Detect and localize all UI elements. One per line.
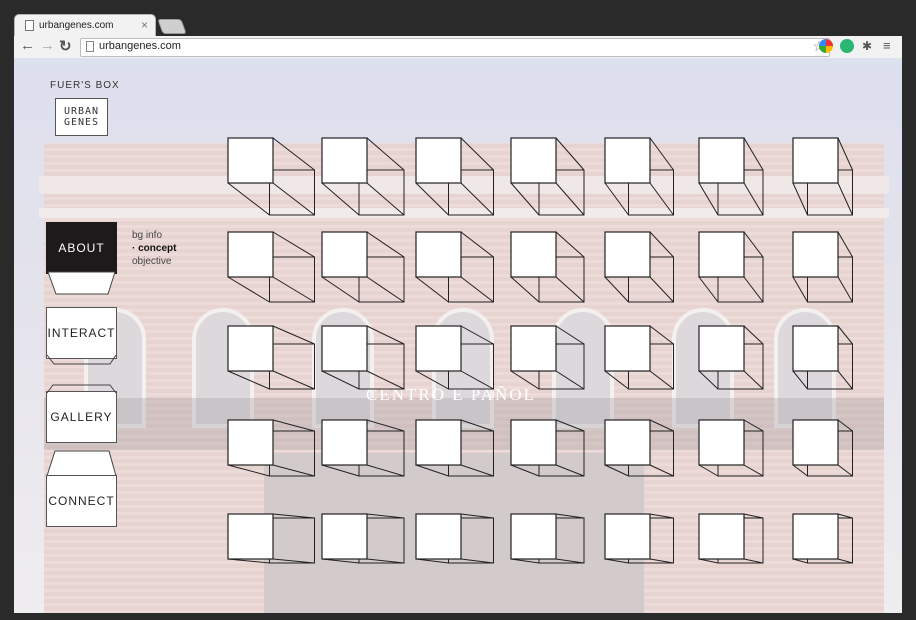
page-viewport: CENTRO E PAÑOL FUER'S BOX URBAN GENES AB… — [14, 58, 902, 613]
cube-tile[interactable] — [510, 419, 585, 484]
cube-tile[interactable] — [698, 419, 773, 484]
forward-icon[interactable]: → — [40, 37, 55, 54]
brand-label: FUER'S BOX — [50, 80, 120, 91]
cube-tile[interactable] — [604, 231, 679, 303]
cube-tile[interactable] — [227, 231, 315, 303]
subnav-bg-info[interactable]: bg info — [132, 229, 176, 242]
extension-color-icon[interactable] — [819, 39, 833, 53]
cube-tile[interactable] — [227, 419, 315, 484]
new-tab-button[interactable] — [157, 19, 187, 34]
cube-tile[interactable] — [227, 513, 315, 578]
reload-icon[interactable]: ↻ — [59, 37, 72, 55]
page-icon — [25, 20, 34, 31]
back-icon[interactable]: ← — [20, 37, 35, 54]
about-subnav: bg info · concept objective — [132, 229, 176, 268]
cube-tile[interactable] — [510, 231, 585, 303]
cube-tile[interactable] — [510, 137, 585, 216]
nav-connect[interactable]: CONNECT — [46, 475, 117, 527]
nav-gallery[interactable]: GALLERY — [46, 391, 117, 443]
puzzle-icon[interactable]: ✱ — [862, 39, 872, 53]
cube-tile[interactable] — [415, 231, 494, 303]
browser-tab[interactable]: urbangenes.com × — [14, 14, 156, 38]
cube-tile[interactable] — [321, 325, 405, 390]
cube-tile[interactable] — [792, 231, 867, 303]
cube-tile[interactable] — [698, 325, 773, 390]
close-icon[interactable]: × — [141, 18, 148, 32]
cube-tile[interactable] — [792, 325, 867, 390]
nav-about[interactable]: ABOUT — [46, 222, 117, 274]
cube-tile[interactable] — [604, 325, 679, 390]
browser-window: urbangenes.com × ← → ↻ urbangenes.com ☆ … — [0, 0, 916, 620]
cube-tile[interactable] — [698, 137, 773, 216]
interact-cube-edge — [46, 354, 117, 365]
connect-cube-top — [46, 450, 117, 477]
cube-tile[interactable] — [321, 137, 405, 216]
subnav-objective[interactable]: objective — [132, 255, 176, 268]
cube-tile[interactable] — [321, 231, 405, 303]
url-text: urbangenes.com — [99, 40, 181, 52]
urban-genes-logo[interactable]: URBAN GENES — [55, 98, 108, 136]
tab-title: urbangenes.com — [39, 20, 114, 31]
cube-tile[interactable] — [698, 513, 773, 578]
subnav-concept[interactable]: · concept — [132, 242, 176, 255]
cube-tile[interactable] — [415, 137, 494, 216]
cube-tile[interactable] — [792, 419, 867, 484]
logo-line: URBAN — [63, 106, 100, 117]
cube-tile[interactable] — [604, 513, 679, 578]
cube-tile[interactable] — [227, 325, 315, 390]
nav-interact[interactable]: INTERACT — [46, 307, 117, 359]
toolbar: ← → ↻ urbangenes.com ☆ ✱ ≡ — [14, 36, 902, 59]
address-bar[interactable]: urbangenes.com ☆ — [80, 38, 830, 57]
cube-tile[interactable] — [415, 513, 494, 578]
cube-tile[interactable] — [321, 513, 405, 578]
page-icon — [86, 41, 94, 52]
cube-tile[interactable] — [510, 513, 585, 578]
cube-tile[interactable] — [415, 325, 494, 390]
cube-tile[interactable] — [510, 325, 585, 390]
menu-icon[interactable]: ≡ — [883, 38, 891, 53]
logo-line: GENES — [63, 117, 100, 128]
cube-tile[interactable] — [792, 137, 867, 216]
cube-tile[interactable] — [604, 419, 679, 484]
extension-green-icon[interactable] — [840, 39, 854, 53]
cube-tile[interactable] — [604, 137, 679, 216]
cube-tile[interactable] — [792, 513, 867, 578]
cube-tile[interactable] — [415, 419, 494, 484]
cube-tile[interactable] — [698, 231, 773, 303]
gallery-cube-edge — [46, 384, 117, 394]
cube-tile[interactable] — [227, 137, 315, 216]
cube-tile[interactable] — [321, 419, 405, 484]
